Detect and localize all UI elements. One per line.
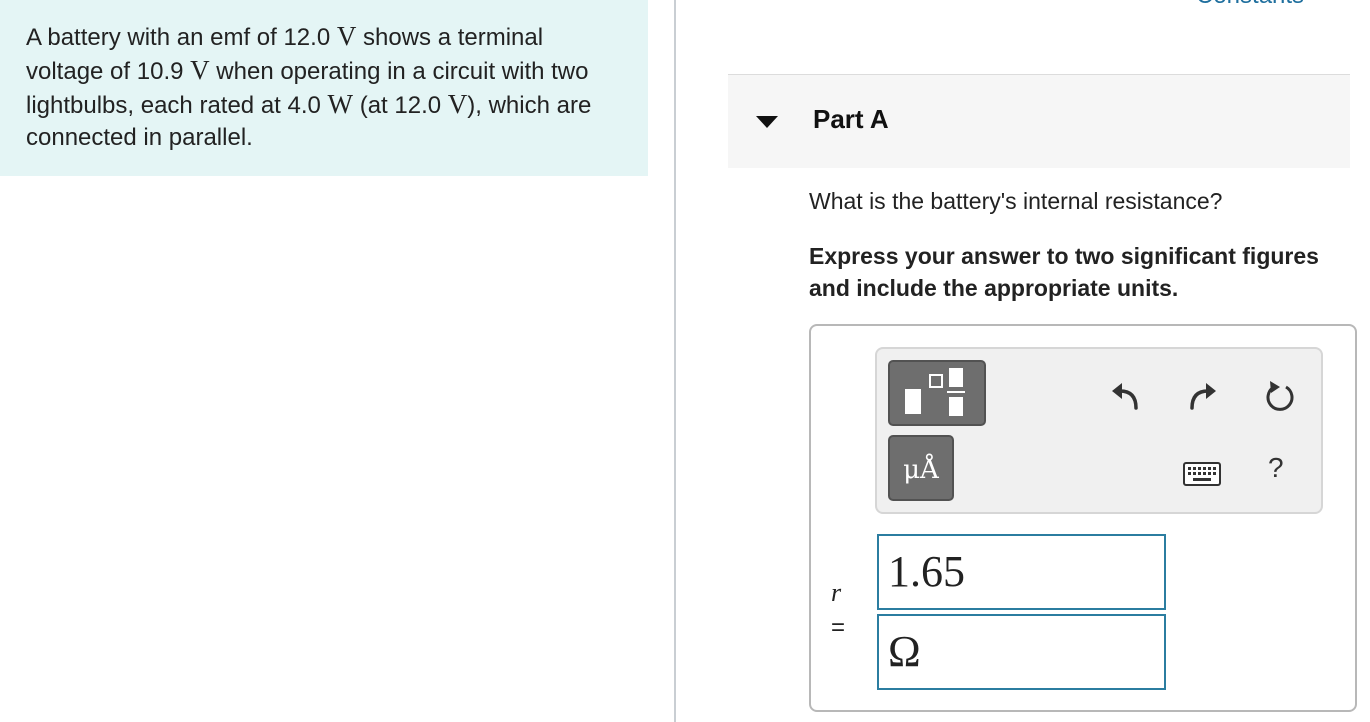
answer-unit-input[interactable]: Ω — [877, 614, 1166, 690]
question-text: What is the battery's internal resistanc… — [809, 188, 1223, 214]
help-button[interactable]: ? — [1268, 452, 1284, 484]
answer-variable: r — [831, 578, 842, 607]
templates-button[interactable] — [888, 360, 986, 426]
answer-unit: Ω — [888, 627, 921, 676]
reset-button[interactable] — [1262, 378, 1298, 418]
redo-button[interactable] — [1184, 378, 1220, 418]
problem-text-part-1: A battery with an emf of 12.0 — [26, 24, 337, 51]
watt-symbol: W — [327, 89, 354, 119]
volt-symbol: V — [447, 89, 468, 119]
volt-symbol: V — [190, 55, 210, 85]
equals-sign: = — [831, 614, 846, 641]
keyboard-button[interactable] — [1183, 462, 1221, 486]
undo-icon — [1112, 383, 1138, 410]
units-button-label: μÅ — [903, 455, 939, 485]
keyboard-icon — [1183, 462, 1221, 486]
collapse-caret-icon[interactable] — [756, 116, 778, 128]
panel-divider — [674, 0, 676, 722]
answer-value: 1.65 — [888, 547, 965, 596]
problem-panel: A battery with an emf of 12.0 V shows a … — [0, 0, 648, 176]
problem-text-part-4: (at 12.0 — [353, 92, 448, 119]
constants-link[interactable]: Constants — [1196, 0, 1304, 10]
units-button[interactable]: μÅ — [888, 435, 954, 501]
fraction-template-icon — [905, 368, 965, 416]
problem-statement: A battery with an emf of 12.0 V shows a … — [26, 20, 626, 154]
undo-button[interactable] — [1108, 378, 1144, 418]
answer-value-input[interactable]: 1.65 — [877, 534, 1166, 610]
instruction-text: Express your answer to two significant f… — [809, 243, 1319, 301]
part-title[interactable]: Part A — [813, 104, 889, 135]
reset-icon — [1266, 381, 1294, 411]
redo-icon — [1190, 383, 1216, 410]
volt-symbol: V — [336, 21, 357, 51]
